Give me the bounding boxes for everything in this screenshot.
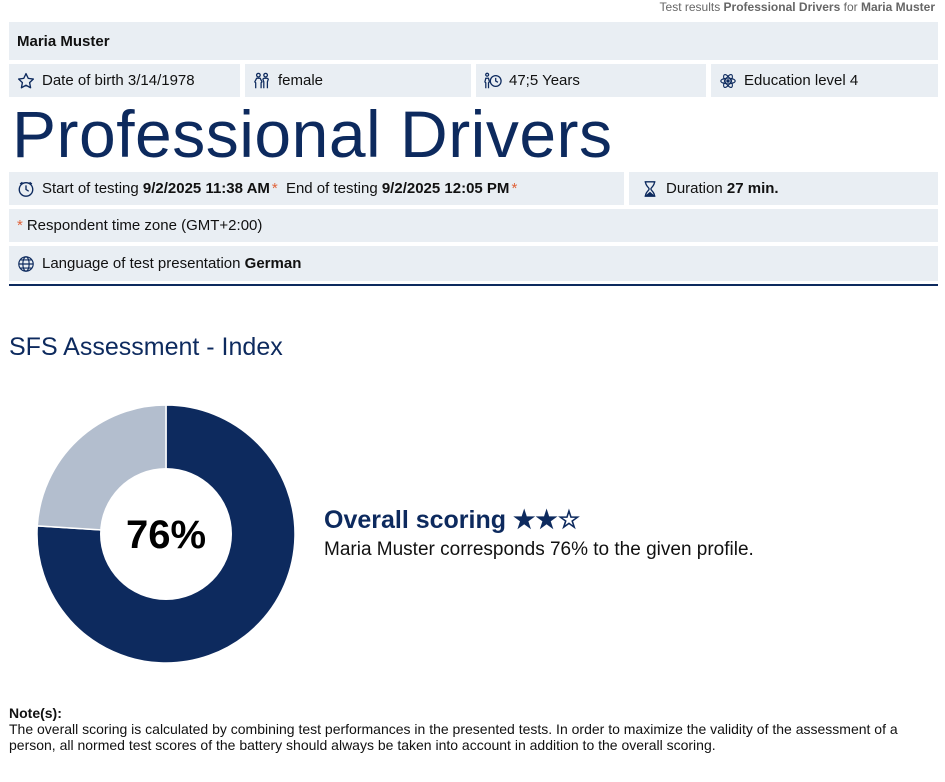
age-cell: 47;5 Years	[476, 64, 706, 97]
section-title: SFS Assessment - Index	[9, 333, 283, 361]
gender-value: female	[278, 72, 324, 89]
atom-icon	[719, 72, 737, 90]
report-header: Test results Professional Drivers for Ma…	[660, 0, 935, 14]
education-cell: Education level 4	[711, 64, 938, 97]
test-title: Professional Drivers	[12, 97, 613, 171]
end-value: 9/2/2025 12:05 PM	[381, 180, 510, 197]
timezone-asterisk: *	[17, 217, 23, 234]
start-asterisk: *	[271, 180, 278, 197]
person-name: Maria Muster	[9, 22, 938, 60]
star-icon	[17, 72, 35, 90]
age-value: 47;5 Years	[509, 72, 580, 89]
testing-times-cell: Start of testing 9/2/2025 11:38 AM * End …	[9, 172, 624, 205]
score-text: Maria Muster corresponds 76% to the give…	[324, 539, 754, 560]
end-asterisk: *	[511, 180, 518, 197]
score-title: Overall scoring ★★☆	[324, 505, 754, 535]
notes-heading: Note(s):	[9, 705, 62, 721]
clock-icon	[17, 180, 35, 198]
header-prefix: Test results	[659, 0, 721, 14]
person-pair-icon	[253, 72, 271, 90]
score-title-text: Overall scoring	[324, 506, 507, 534]
dob-label: Date of birth	[42, 72, 124, 89]
header-person: Maria Muster	[860, 0, 935, 14]
globe-icon	[17, 255, 35, 273]
start-value: 9/2/2025 11:38 AM	[142, 180, 270, 197]
duration-value: 27 min.	[726, 180, 779, 197]
person-info-panel: Maria Muster Date of birth 3/14/1978 fem…	[9, 22, 938, 286]
hourglass-icon	[641, 180, 659, 198]
header-for: for	[843, 0, 858, 14]
dob-value: 3/14/1978	[127, 72, 195, 89]
dob-cell: Date of birth 3/14/1978	[9, 64, 240, 97]
age-clock-icon	[484, 72, 502, 90]
gender-cell: female	[245, 64, 471, 97]
divider	[9, 284, 938, 286]
start-label: Start of testing	[42, 180, 139, 197]
language-cell: Language of test presentation German	[9, 246, 938, 281]
education-value: Education level 4	[744, 72, 859, 89]
score-stars: ★★☆	[512, 506, 581, 534]
language-label: Language of test presentation	[42, 255, 241, 272]
language-value: German	[244, 255, 302, 272]
timezone-value: Respondent time zone (GMT+2:00)	[26, 217, 263, 234]
notes: Note(s): The overall scoring is calculat…	[9, 705, 939, 753]
donut-center-label: 76%	[126, 513, 206, 557]
timezone-cell: * Respondent time zone (GMT+2:00)	[9, 209, 938, 242]
header-test-name: Professional Drivers	[723, 0, 841, 14]
score-donut-chart: 76%	[37, 405, 295, 663]
score-block: Overall scoring ★★☆ Maria Muster corresp…	[324, 505, 754, 561]
duration-cell: Duration 27 min.	[629, 172, 938, 205]
notes-text: The overall scoring is calculated by com…	[9, 721, 898, 753]
duration-label: Duration	[666, 180, 723, 197]
end-label: End of testing	[285, 180, 378, 197]
